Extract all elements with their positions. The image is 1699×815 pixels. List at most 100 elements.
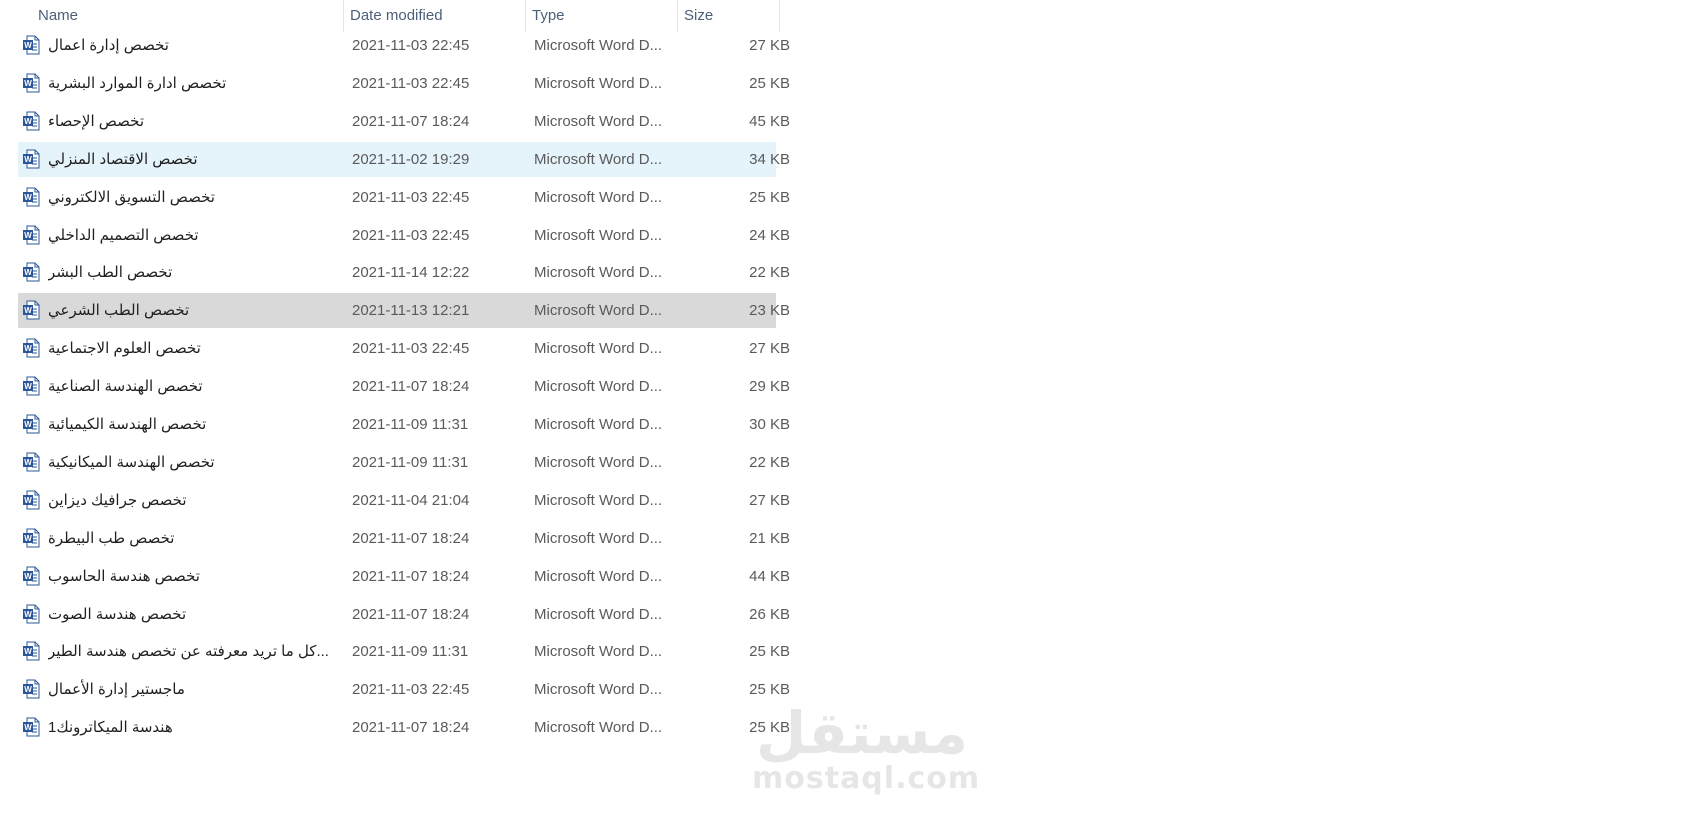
sort-up-chevron-icon: ⌃ <box>181 0 192 9</box>
word-doc-icon: W <box>22 338 42 358</box>
file-row[interactable]: W تخصص التسويق الالكتروني 2021-11-03 22:45… <box>18 180 790 215</box>
file-row[interactable]: W تخصص الهندسة الصناعية 2021-11-07 18:24 Mi… <box>18 369 790 404</box>
svg-text:W: W <box>24 79 32 88</box>
file-size: 45 KB <box>749 112 790 130</box>
file-size: 30 KB <box>749 416 790 433</box>
file-date-modified: 2021-11-07 18:24 <box>352 378 470 396</box>
file-explorer: Name ⌃ Date modified Type Size W تخصص إدا… <box>0 0 1699 815</box>
svg-text:W: W <box>24 344 32 353</box>
file-name: تخصص الهندسة الكيميائية <box>48 416 207 433</box>
svg-text:W: W <box>24 723 32 732</box>
file-type: Microsoft Word D... <box>534 416 663 433</box>
file-name: تخصص التصميم الداخلي <box>48 226 199 244</box>
file-type: Microsoft Word D... <box>534 150 663 168</box>
file-type: Microsoft Word D... <box>534 453 663 471</box>
file-type: Microsoft Word D... <box>534 605 663 623</box>
file-row[interactable]: W تخصص العلوم الاجتماعية 2021-11-03 22:45 M… <box>18 331 790 366</box>
file-name: تخصص الطب الشرعي <box>48 302 190 320</box>
file-type: Microsoft Word D... <box>534 37 663 54</box>
word-doc-icon: W <box>22 566 42 586</box>
file-size: 34 KB <box>749 150 790 168</box>
svg-text:W: W <box>24 117 32 126</box>
file-row[interactable]: W تخصص هندسة الحاسوب 2021-11-07 18:24 Micro… <box>18 559 790 594</box>
file-date-modified: 2021-11-03 22:45 <box>352 226 470 244</box>
file-date-modified: 2021-11-07 18:24 <box>352 605 470 623</box>
svg-text:W: W <box>24 420 32 429</box>
svg-text:W: W <box>24 496 32 505</box>
file-row[interactable]: W تخصص الاقتصاد المنزلي 2021-11-02 19:29 Mi… <box>18 141 790 177</box>
word-doc-icon: W <box>22 149 42 169</box>
file-name: تخصص الطب البشر <box>48 264 173 282</box>
file-type: Microsoft Word D... <box>534 378 663 396</box>
watermark-text: mostaql.com <box>752 761 981 796</box>
file-row[interactable]: W تخصص الهندسة الميكانيكية 2021-11-09 11:3… <box>18 445 790 480</box>
file-date-modified: 2021-11-03 22:45 <box>352 681 470 699</box>
column-header-name-label: Name <box>38 7 79 24</box>
file-type: Microsoft Word D... <box>534 719 663 737</box>
file-size: 22 KB <box>749 264 790 282</box>
file-size: 21 KB <box>749 529 790 547</box>
word-doc-icon: W <box>22 376 42 396</box>
file-date-modified: 2021-11-13 12:21 <box>352 302 470 320</box>
svg-text:W: W <box>24 648 32 657</box>
word-doc-icon: W <box>22 225 42 245</box>
svg-text:W: W <box>24 685 32 694</box>
svg-text:W: W <box>24 458 32 467</box>
file-row[interactable]: W تخصص الهندسة الكيميائية 2021-11-09 11:31… <box>18 407 790 442</box>
file-type: Microsoft Word D... <box>534 112 663 130</box>
file-size: 24 KB <box>749 226 790 244</box>
file-name: تخصص الاقتصاد المنزلي <box>48 150 198 168</box>
svg-text:W: W <box>24 382 32 391</box>
word-doc-icon: W <box>22 679 42 699</box>
svg-text:W: W <box>24 155 32 164</box>
file-date-modified: 2021-11-09 11:31 <box>352 643 469 661</box>
file-name: تخصص ادارة الموارد البشرية <box>48 74 227 92</box>
svg-text:W: W <box>24 534 32 543</box>
word-doc-icon: W <box>22 490 42 510</box>
file-row[interactable]: W تخصص طب البيطرة 2021-11-07 18:24 Microsof… <box>18 521 790 556</box>
file-row[interactable]: W هندسة الميكاترونك1 2021-11-07 18:24 Micro… <box>18 710 790 745</box>
file-row[interactable]: W تخصص الطب الشرعي 2021-11-13 12:21 Microso… <box>18 293 790 329</box>
file-date-modified: 2021-11-07 18:24 <box>352 567 470 585</box>
file-type: Microsoft Word D... <box>534 643 663 661</box>
file-row[interactable]: W تخصص الطب البشر 2021-11-14 12:22 Microsof… <box>18 255 790 290</box>
file-row[interactable]: W تخصص إدارة اعمال 2021-11-03 22:45 Microso… <box>18 28 790 63</box>
word-doc-icon: W <box>22 300 42 320</box>
column-header-type-label: Type <box>532 7 565 24</box>
word-doc-icon: W <box>22 73 42 93</box>
file-name: تخصص الهندسة الصناعية <box>48 378 203 396</box>
file-size: 27 KB <box>749 340 790 358</box>
word-doc-icon: W <box>22 262 42 282</box>
file-name: ماجستير إدارة الأعمال <box>48 681 185 699</box>
svg-text:W: W <box>24 306 32 315</box>
file-date-modified: 2021-11-09 11:31 <box>352 453 469 471</box>
column-header-bar: Name ⌃ Date modified Type Size <box>0 0 780 32</box>
file-type: Microsoft Word D... <box>534 226 663 244</box>
file-row[interactable]: W كل ما تريد معرفته عن تخصص هندسة الطير..… <box>18 634 790 669</box>
file-date-modified: 2021-11-07 18:24 <box>352 719 470 737</box>
file-type: Microsoft Word D... <box>534 491 663 509</box>
file-date-modified: 2021-11-03 22:45 <box>352 37 470 54</box>
file-size: 22 KB <box>749 453 790 471</box>
file-size: 29 KB <box>749 378 790 396</box>
file-size: 27 KB <box>749 491 790 509</box>
file-row[interactable]: W تخصص هندسة الصوت 2021-11-07 18:24 Microso… <box>18 597 790 632</box>
column-header-size-label: Size <box>684 7 714 24</box>
file-date-modified: 2021-11-02 19:29 <box>352 150 470 168</box>
file-name: تخصص الهندسة الميكانيكية <box>48 453 215 471</box>
svg-text:W: W <box>24 572 32 581</box>
file-row[interactable]: W تخصص جرافيك ديزاين 2021-11-04 21:04 Micro… <box>18 483 790 518</box>
watermark-logo: مستقل <box>755 699 969 767</box>
file-name: تخصص هندسة الصوت <box>48 605 187 623</box>
file-row[interactable]: W ماجستير إدارة الأعمال 2021-11-03 22:45 Mi… <box>18 672 790 707</box>
file-type: Microsoft Word D... <box>534 529 663 547</box>
file-name: كل ما تريد معرفته عن تخصص هندسة الطير... <box>48 643 329 661</box>
watermark: مستقل mostaql.com <box>752 699 981 796</box>
file-type: Microsoft Word D... <box>534 74 663 92</box>
file-row[interactable]: W تخصص التصميم الداخلي 2021-11-03 22:45 Mic… <box>18 218 790 253</box>
svg-text:W: W <box>24 41 32 50</box>
file-row[interactable]: W تخصص ادارة الموارد البشرية 2021-11-03 22… <box>18 66 790 101</box>
file-size: 25 KB <box>749 74 790 92</box>
file-type: Microsoft Word D... <box>534 188 663 206</box>
file-row[interactable]: W تخصص الإحصاء 2021-11-07 18:24 Microsoft W… <box>18 104 790 139</box>
